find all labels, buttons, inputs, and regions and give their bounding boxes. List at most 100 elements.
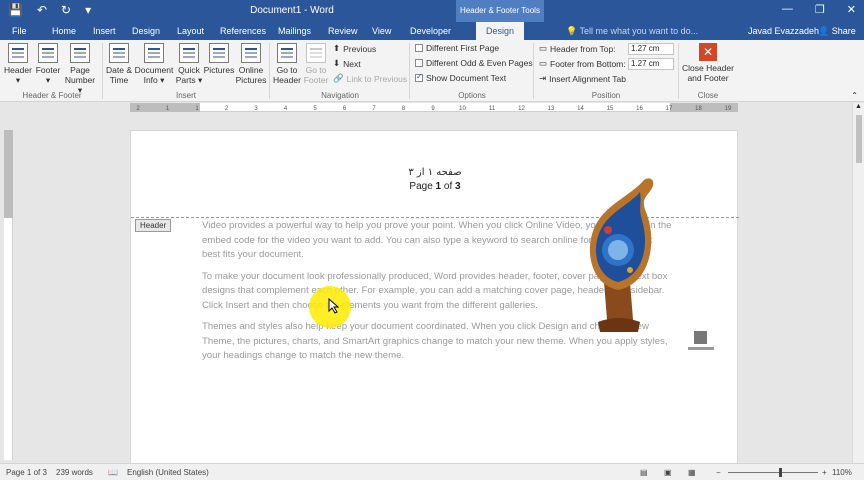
read-mode-icon[interactable]: ▤ — [640, 468, 648, 477]
next-icon: ⬇ — [333, 58, 341, 68]
mouse-pointer-icon — [328, 298, 340, 314]
ruler-number: 15 — [607, 106, 614, 112]
group-separator — [409, 43, 410, 99]
online-pictures-label-1: Online — [238, 65, 264, 75]
next-button[interactable]: ⬇ Next — [333, 58, 361, 69]
link-to-previous-button[interactable]: 🔗 Link to Previous — [333, 73, 407, 84]
page-total: 3 — [455, 181, 461, 192]
insert-alignment-tab-button[interactable]: ⇥ Insert Alignment Tab — [539, 73, 626, 84]
show-document-text-label: Show Document Text — [426, 73, 507, 83]
different-odd-even-checkbox[interactable]: Different Odd & Even Pages — [415, 58, 533, 68]
zoom-level[interactable]: 110% — [832, 468, 852, 477]
page-number-button[interactable]: Page Number ▾ — [62, 43, 98, 95]
minimize-button[interactable]: — — [782, 3, 793, 16]
paisley-ornament-image[interactable] — [578, 172, 660, 338]
tab-mailings[interactable]: Mailings — [278, 26, 311, 36]
tab-file[interactable]: File — [12, 26, 27, 36]
pictures-button[interactable]: Pictures — [203, 43, 235, 75]
date-time-label-2: Time — [109, 75, 129, 85]
status-page[interactable]: Page 1 of 3 — [6, 468, 47, 477]
group-separator — [269, 43, 270, 99]
quick-parts-button[interactable]: Quick Parts ▾ — [175, 43, 203, 85]
previous-icon: ⬆ — [333, 43, 341, 53]
ruler-number: 13 — [548, 106, 555, 112]
document-info-icon — [144, 43, 164, 63]
status-words[interactable]: 239 words — [56, 468, 93, 477]
tab-home[interactable]: Home — [52, 26, 76, 36]
collapse-ribbon-icon[interactable]: ⌃ — [851, 91, 858, 100]
previous-label: Previous — [343, 43, 377, 54]
previous-button[interactable]: ⬆ Previous — [333, 43, 376, 54]
tab-insert[interactable]: Insert — [93, 26, 116, 36]
ruler-number: 10 — [459, 106, 466, 112]
vertical-ruler[interactable] — [4, 130, 13, 460]
online-pictures-button[interactable]: Online Pictures — [235, 43, 267, 85]
page-number-label-1: Page — [70, 65, 90, 75]
link-icon: 🔗 — [333, 73, 344, 83]
tab-design-doc[interactable]: Design — [132, 26, 160, 36]
close-window-button[interactable]: ✕ — [847, 3, 856, 16]
show-document-text-checkbox[interactable]: Show Document Text — [415, 72, 507, 83]
date-time-button[interactable]: Date & Time — [104, 43, 134, 85]
checkbox-unchecked-icon — [415, 44, 423, 52]
footer-button[interactable]: Footer ▾ — [34, 43, 62, 85]
scrollbar-thumb[interactable] — [856, 115, 862, 163]
tab-review[interactable]: Review — [328, 26, 358, 36]
proofing-icon[interactable]: 📖 — [108, 468, 118, 477]
tell-me-box[interactable]: 💡 Tell me what you want to do... — [566, 26, 698, 37]
status-language[interactable]: English (United States) — [127, 468, 209, 477]
different-first-page-checkbox[interactable]: Different First Page — [415, 43, 499, 53]
checkbox-unchecked-icon — [415, 59, 423, 67]
different-odd-even-label: Different Odd & Even Pages — [426, 58, 533, 68]
close-header-footer-button[interactable]: ✕ Close Header and Footer — [682, 43, 734, 83]
online-picture-icon — [241, 43, 261, 63]
goto-header-label-2: Header — [273, 75, 301, 85]
page-number-icon — [70, 43, 90, 63]
group-label-header-footer: Header & Footer — [22, 91, 82, 100]
ribbon: Header ▾ Footer ▾ Page Number ▾ Header & F… — [0, 40, 864, 102]
ruler-number: 7 — [372, 106, 376, 112]
tab-header-footer-design[interactable]: Design — [476, 22, 525, 40]
user-name[interactable]: Javad Evazzadeh — [748, 26, 819, 36]
web-layout-icon[interactable]: ▦ — [688, 468, 696, 477]
ruler-number: 17 — [666, 106, 673, 112]
zoom-in-button[interactable]: + — [822, 468, 827, 477]
tab-layout[interactable]: Layout — [177, 26, 204, 36]
header-from-top-input[interactable]: 1.27 cm — [628, 43, 674, 55]
tab-references[interactable]: References — [220, 26, 266, 36]
footer-position-icon: ▭ — [539, 58, 548, 68]
zoom-slider-track[interactable] — [728, 472, 818, 473]
zoom-slider-thumb[interactable] — [779, 468, 782, 477]
print-layout-icon[interactable]: ▣ — [664, 468, 672, 477]
scroll-up-icon[interactable]: ▲ — [855, 103, 862, 110]
horizontal-ruler[interactable]: 2 1 1 2 3 4 5 6 7 8 9 10 11 12 13 14 15 16 17 18 19 — [130, 103, 738, 112]
ruler-number: 6 — [343, 106, 347, 112]
window-controls: — ❐ ✕ — [782, 3, 856, 16]
footer-label: Footer — [35, 65, 61, 75]
header-from-top-label-row: ▭ Header from Top: — [539, 43, 616, 54]
share-label: Share — [831, 26, 856, 36]
ruler-number: 4 — [284, 106, 288, 112]
zoom-out-button[interactable]: − — [716, 468, 721, 477]
group-separator — [678, 43, 679, 99]
next-label: Next — [343, 58, 361, 69]
goto-header-button[interactable]: Go to Header — [272, 43, 302, 85]
document-info-button[interactable]: Document Info ▾ — [134, 43, 174, 85]
picture-icon — [209, 43, 229, 63]
share-button[interactable]: 👤 Share — [818, 26, 856, 37]
tab-developer[interactable]: Developer — [410, 26, 451, 36]
group-label-insert: Insert — [175, 91, 196, 100]
restore-button[interactable]: ❐ — [815, 3, 825, 16]
header-button[interactable]: Header ▾ — [4, 43, 32, 85]
ruler-margin-shade — [4, 130, 13, 218]
header-tag: Header — [135, 219, 172, 232]
share-icon: 👤 — [818, 26, 830, 36]
tab-view[interactable]: View — [372, 26, 391, 36]
footer-from-bottom-input[interactable]: 1.27 cm — [628, 58, 674, 70]
goto-header-icon — [277, 43, 297, 63]
tell-me-text: Tell me what you want to do... — [579, 26, 699, 36]
group-label-position: Position — [591, 91, 621, 100]
vertical-scrollbar[interactable]: ▲ — [852, 103, 864, 463]
quick-parts-icon — [179, 43, 199, 63]
goto-footer-button[interactable]: Go to Footer — [302, 43, 330, 85]
